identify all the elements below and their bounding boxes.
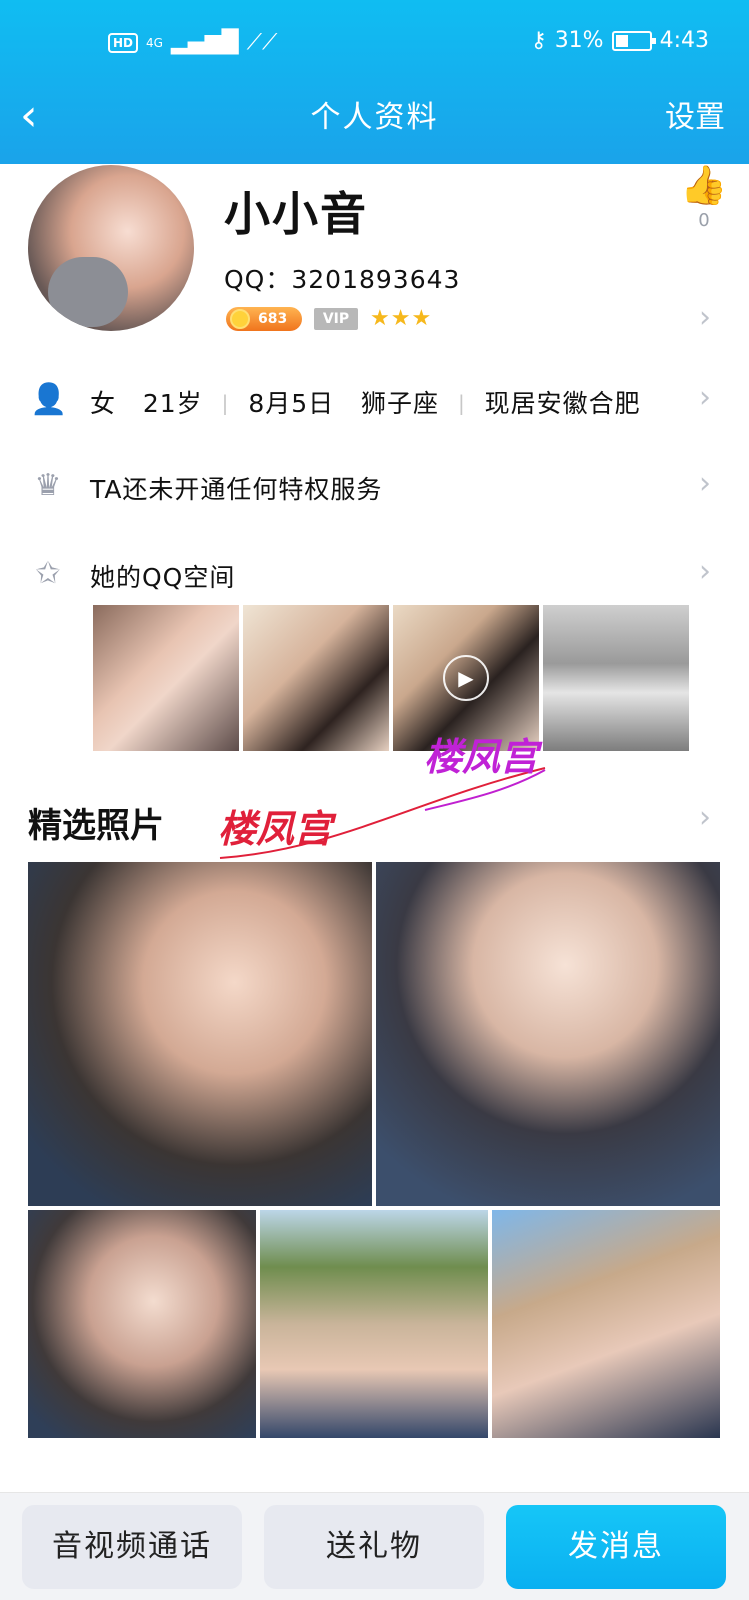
featured-photo[interactable] xyxy=(492,1210,720,1438)
profile-page: HD 4G ▂▄▆█ ⟋⟋ ⚷ 31% 4:43 个人资料 ‹ 设置 小小音 Q… xyxy=(0,0,749,1600)
avatar[interactable] xyxy=(28,165,194,331)
coin-badge: 683 xyxy=(226,306,302,331)
crown-icon: ♛ xyxy=(34,468,62,503)
qzone-label: 她的QQ空间 xyxy=(90,563,236,592)
profile-name: 小小音 xyxy=(224,187,368,241)
send-gift-button[interactable]: 送礼物 xyxy=(264,1505,484,1589)
basic-info: 女 21岁 | 8月5日 狮子座 | 现居安徽合肥 xyxy=(90,389,641,418)
person-icon: 👤 xyxy=(30,382,68,417)
birthday: 8月5日 xyxy=(248,389,335,418)
nav-bar: 个人资料 ‹ 设置 xyxy=(0,94,749,140)
location: 现居安徽合肥 xyxy=(484,389,641,418)
clock: 4:43 xyxy=(659,28,709,53)
bottom-action-bar: 音视频通话 送礼物 发消息 xyxy=(0,1492,749,1600)
battery-percent: 31% xyxy=(554,28,604,53)
battery-icon xyxy=(611,30,656,51)
page-title: 个人资料 xyxy=(310,100,439,135)
chevron-right-icon[interactable]: › xyxy=(699,300,711,335)
hd-badge: HD xyxy=(108,32,139,53)
thumbs-up-icon: 👍 xyxy=(680,163,728,207)
network-label: 4G xyxy=(146,35,163,50)
key-icon: ⚷ xyxy=(530,28,547,53)
status-right: ⚷ 31% 4:43 xyxy=(531,28,709,53)
signal-icon: ▂▄▆█ xyxy=(170,30,239,55)
coin-level: 683 xyxy=(258,310,288,327)
basic-info-row[interactable]: 👤 女 21岁 | 8月5日 狮子座 | 现居安徽合肥 › xyxy=(0,370,749,430)
like-button[interactable]: 👍 0 xyxy=(680,164,728,231)
qzone-thumbnails: ▶ xyxy=(93,605,689,751)
featured-title: 精选照片 xyxy=(28,806,164,846)
gender: 女 xyxy=(90,389,117,418)
chevron-right-icon: › xyxy=(699,380,711,415)
age: 21岁 xyxy=(142,389,203,418)
back-icon[interactable]: ‹ xyxy=(20,94,60,140)
settings-button[interactable]: 设置 xyxy=(665,96,725,140)
qzone-star-icon: ✩ xyxy=(35,556,61,591)
chevron-right-icon: › xyxy=(699,466,711,501)
wifi-icon: ⟋⟋ xyxy=(246,30,278,55)
privilege-text: TA还未开通任何特权服务 xyxy=(90,475,383,504)
qzone-photo[interactable] xyxy=(243,605,389,751)
star-level-icon: ★★★ xyxy=(370,306,433,331)
send-message-button[interactable]: 发消息 xyxy=(506,1505,726,1589)
play-icon: ▶ xyxy=(443,655,489,701)
watermark: 楼凤宫 xyxy=(218,807,333,851)
watermark: 楼凤宫 xyxy=(424,735,539,779)
featured-photo[interactable] xyxy=(28,1210,256,1438)
zodiac: 狮子座 xyxy=(360,389,439,418)
qzone-row[interactable]: ✩ 她的QQ空间 › xyxy=(0,544,749,604)
qq-number: QQ：3201893643 xyxy=(224,265,461,294)
qzone-photo[interactable] xyxy=(93,605,239,751)
featured-photo[interactable] xyxy=(28,862,372,1206)
status-bar: HD 4G ▂▄▆█ ⟋⟋ ⚷ 31% 4:43 xyxy=(0,22,749,62)
featured-photo[interactable] xyxy=(376,862,720,1206)
qzone-photo[interactable] xyxy=(543,605,689,751)
privilege-row[interactable]: ♛ TA还未开通任何特权服务 › xyxy=(0,456,749,516)
chevron-right-icon: › xyxy=(699,554,711,589)
vip-badge: VIP xyxy=(314,307,358,330)
chevron-right-icon[interactable]: › xyxy=(699,800,711,835)
header: HD 4G ▂▄▆█ ⟋⟋ ⚷ 31% 4:43 个人资料 ‹ 设置 xyxy=(0,0,749,164)
video-call-button[interactable]: 音视频通话 xyxy=(22,1505,242,1589)
like-count: 0 xyxy=(698,210,710,231)
badges[interactable]: 683 VIP ★★★ xyxy=(226,306,432,331)
status-left: HD 4G ▂▄▆█ ⟋⟋ xyxy=(108,30,277,55)
featured-photo[interactable] xyxy=(260,1210,488,1438)
